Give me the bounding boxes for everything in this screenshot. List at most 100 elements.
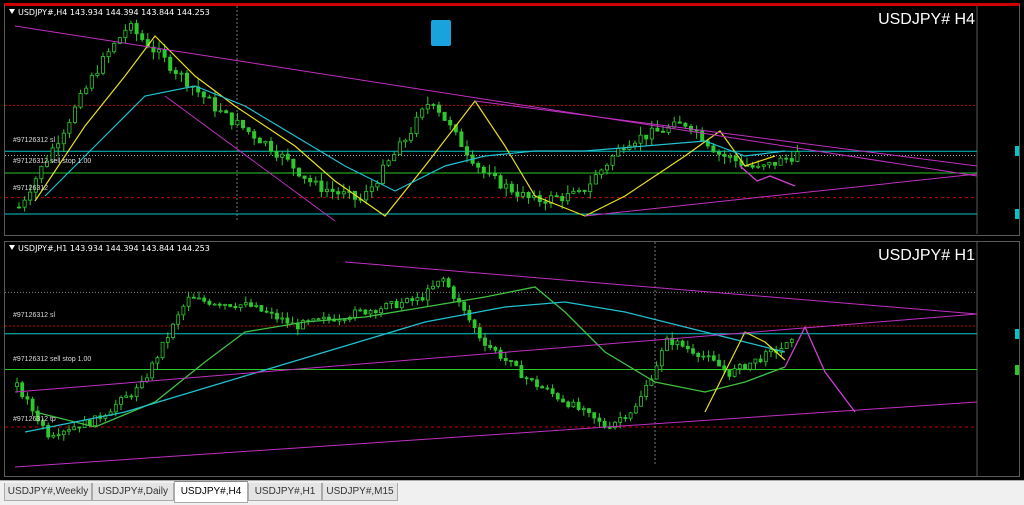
candle-body <box>498 349 503 359</box>
candle-body <box>134 23 139 35</box>
candle-body <box>763 351 768 363</box>
candle-body <box>162 49 167 58</box>
candle-body <box>582 189 587 192</box>
candle-body <box>529 378 534 381</box>
candle-body <box>554 195 559 198</box>
candle-body <box>773 161 778 166</box>
candle-body <box>186 296 191 307</box>
candle-body <box>30 398 35 412</box>
candle-body <box>123 29 128 39</box>
h1-order-tp: #97126312 tp <box>13 416 56 423</box>
candle-body <box>124 395 129 398</box>
ma-slow <box>24 301 786 433</box>
candle-body <box>399 302 404 309</box>
candle-body <box>459 131 464 148</box>
candle-body <box>571 401 576 408</box>
candle-body <box>509 183 514 193</box>
candle-body <box>414 116 419 134</box>
candle-body <box>691 348 695 354</box>
tab-h4[interactable]: USDJPY#,H4 <box>174 481 248 503</box>
candle-body <box>342 319 347 321</box>
candle-body <box>722 153 727 157</box>
candle-body <box>263 140 268 144</box>
candle-body <box>156 49 161 53</box>
candle-body <box>464 146 469 156</box>
candle-body <box>610 155 615 166</box>
candle-body <box>769 349 773 353</box>
candle-body <box>129 395 134 398</box>
candle-body <box>129 23 134 31</box>
candle-body <box>743 364 747 370</box>
candle-body <box>313 180 318 183</box>
candle-body <box>784 157 789 160</box>
candle-body <box>386 160 391 166</box>
candle-body <box>89 75 94 89</box>
tab-h1[interactable]: USDJPY#,H1 <box>248 483 322 501</box>
candle-body <box>431 285 435 290</box>
candle-body <box>477 327 482 339</box>
trend-line <box>14 25 978 177</box>
candle-body <box>509 360 513 362</box>
candle-body <box>448 120 453 126</box>
candle-body <box>441 278 446 282</box>
candle-body <box>436 104 441 113</box>
candle-body <box>550 388 555 394</box>
candle-body <box>476 162 481 168</box>
ma-mid <box>34 286 786 428</box>
candle-body <box>101 56 106 74</box>
dropdown-icon[interactable] <box>9 9 15 14</box>
candle-body <box>181 305 186 316</box>
candle-body <box>696 352 701 357</box>
candle-body <box>308 178 313 183</box>
h4-order-sellstop: #97126312 sell stop 1.00 <box>13 158 92 165</box>
candle-body <box>535 379 539 387</box>
candle-body <box>228 304 233 307</box>
candle-body <box>492 172 497 177</box>
candle-body <box>758 358 763 363</box>
candle-body <box>56 143 61 149</box>
candle-body <box>61 132 66 145</box>
tab-daily[interactable]: USDJPY#,Daily <box>92 483 174 501</box>
candle-body <box>732 368 737 377</box>
candle-body <box>628 412 633 419</box>
candle-body <box>654 365 659 380</box>
chart-h4[interactable]: USDJPY#,H4 143.934 144.394 143.844 144.2… <box>4 3 1020 236</box>
candle-body <box>285 317 290 324</box>
candle-body <box>202 297 207 302</box>
dropdown-icon[interactable] <box>9 245 15 250</box>
candle-body <box>16 206 21 209</box>
chart_h1-price-tag <box>1015 328 1019 339</box>
candle-body <box>561 398 565 403</box>
candle-body <box>341 191 346 195</box>
chart_h4-price-tag <box>1015 209 1019 220</box>
candle-body <box>717 151 722 155</box>
candle-body <box>140 33 145 40</box>
candle-body <box>106 51 111 57</box>
candle-body <box>373 310 378 314</box>
candle-body <box>665 337 669 352</box>
candle-body <box>675 340 680 346</box>
candle-body <box>229 112 234 126</box>
candle-body <box>246 127 251 132</box>
h4-header: USDJPY#,H4 143.934 144.394 143.844 144.2… <box>9 8 210 17</box>
chart-h1[interactable]: USDJPY#,H1 143.934 144.394 143.844 144.2… <box>4 241 1020 477</box>
candle-body <box>565 192 570 202</box>
tab-weekly[interactable]: USDJPY#,Weekly <box>4 483 92 501</box>
h4-symbol-label: USDJPY# H4 <box>878 11 975 28</box>
candle-body <box>212 97 217 112</box>
candle-body <box>607 426 612 429</box>
tab-m15[interactable]: USDJPY#,M15 <box>322 483 398 501</box>
one-click-trade-icon[interactable] <box>431 20 451 46</box>
candle-body <box>160 341 165 359</box>
candle-body <box>285 153 290 160</box>
candle-body <box>488 345 493 348</box>
candle-body <box>353 309 357 318</box>
candle-body <box>727 369 732 377</box>
candle-body <box>545 387 550 390</box>
candle-body <box>113 403 118 413</box>
candle-body <box>394 301 399 309</box>
candle-body <box>28 191 33 201</box>
candle-body <box>61 430 66 436</box>
candle-body <box>644 385 649 398</box>
candle-body <box>280 153 285 158</box>
